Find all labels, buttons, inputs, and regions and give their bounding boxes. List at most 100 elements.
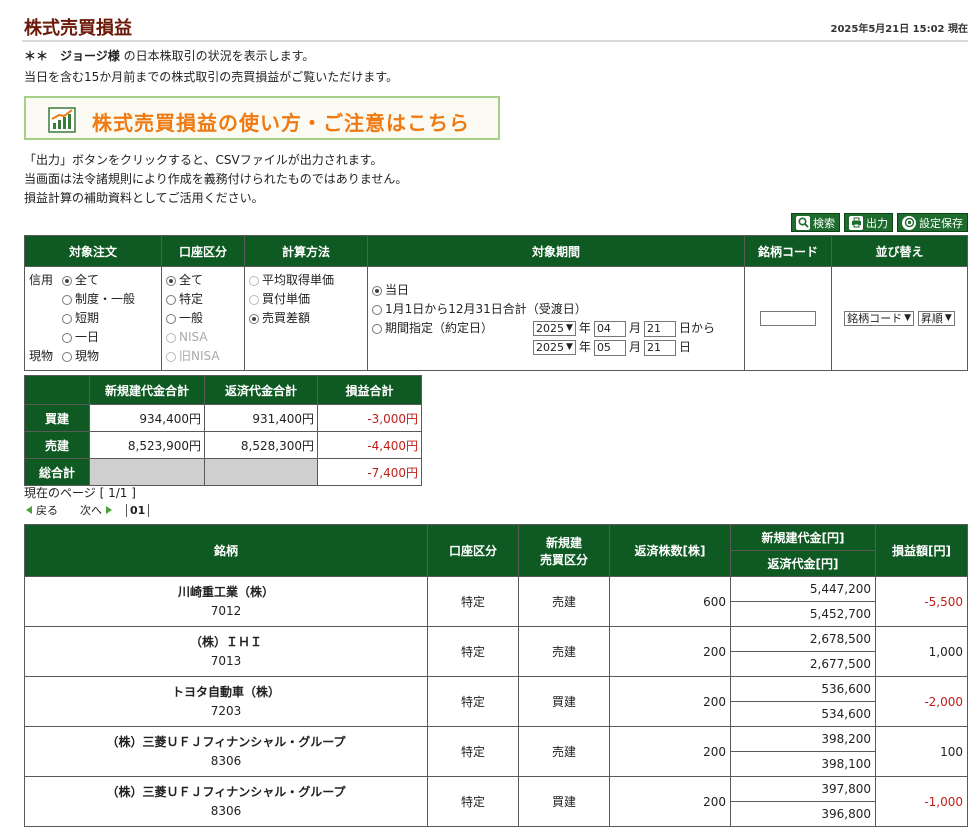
sort-order-value: 昇順 [920,312,943,325]
order-radio[interactable] [62,332,72,343]
intro-line-1: ＊＊ ジョージ様 の日本株取引の状況を表示します。 [24,46,398,67]
account-option[interactable]: 一般 [166,309,240,328]
period-option[interactable]: 期間指定（約定日） 2025 ▼ 年 04 月 21 日から [372,319,740,338]
order-option[interactable]: 信用 全て [29,271,157,290]
order-option[interactable]: 制度・一般 [29,290,157,309]
trade-type: 買建 [518,776,610,827]
open-amount: 397,800 [730,776,876,802]
note-line: 「出力」ボタンをクリックすると、CSVファイルが出力されます。 [24,153,383,167]
sort-order-select[interactable]: 昇順 ▼ [917,311,955,326]
order-option[interactable]: 一日 [29,328,157,347]
to-day-input[interactable]: 21 [643,339,676,356]
stock-name: 川崎重工業（株） [177,584,274,599]
order-radio[interactable] [62,313,72,324]
stock-cell: （株）三菱ＵＦＪフィナンシャル・グループ 8306 [24,726,428,777]
positions-table: 銘柄 口座区分 新規建 売買区分 返済株数[株] 新規建代金[円] 損益額[円] … [24,524,968,827]
stock-code: 7012 [210,603,242,618]
month-unit: 月 [628,321,641,335]
order-option[interactable]: 短期 [29,309,157,328]
code-filter-cell [744,266,832,371]
search-button[interactable]: 検索 [791,213,840,232]
period-radio[interactable] [372,323,382,334]
period-option-label: 期間指定（約定日） [385,321,494,335]
summary-open: 934,400円 [89,404,205,432]
from-month-input[interactable]: 04 [593,320,626,337]
spot-label: 現物 [29,349,54,363]
next-page-link[interactable]: 次へ [80,502,102,518]
account-option-label: NISA [179,330,208,344]
quantity: 200 [609,776,731,827]
period-option[interactable]: 当日 [372,281,740,300]
page-title: 株式売買損益 [24,18,132,39]
order-radio[interactable] [62,294,72,305]
method-option-label: 平均取得単価 [262,273,335,287]
filter-header-sort: 並び替え [831,235,968,267]
from-day-input[interactable]: 21 [643,320,676,337]
open-amount: 536,600 [730,676,876,702]
method-option[interactable]: 平均取得単価 [249,271,363,290]
account-option: NISA [166,328,240,347]
method-radio[interactable] [249,275,259,286]
stock-name: （株）三菱ＵＦＪフィナンシャル・グループ [106,734,346,749]
open-amount: 5,447,200 [730,576,876,602]
usage-notice-link[interactable]: 株式売買損益の使い方・ご注意はこちら [92,107,470,136]
close-amount: 5,452,700 [730,601,876,627]
output-button[interactable]: 出力 [844,213,893,232]
col-header-open-amount: 新規建代金[円] [730,524,876,551]
col-header-close-amount: 返済代金[円] [730,550,876,577]
order-option-label: 一日 [75,330,100,344]
to-year-select[interactable]: 2025 ▼ [533,340,576,355]
to-suffix: 日 [678,340,691,354]
save-settings-button[interactable]: 設定保存 [897,213,968,232]
method-option[interactable]: 売買差額 [249,309,363,328]
account-type: 特定 [427,626,519,677]
stock-code: 8306 [210,803,242,818]
account-radio[interactable] [166,275,176,286]
period-to-row: 2025 ▼ 年 05 月 21 日 [372,338,740,357]
summary-open: 8,523,900円 [89,431,205,459]
current-page-indicator: 現在のページ [ 1/1 ] [24,486,136,500]
user-name: ジョージ様 [60,49,120,63]
account-option[interactable]: 全て [166,271,240,290]
to-month-input[interactable]: 05 [593,339,626,356]
from-suffix: 日から [678,321,715,335]
sort-field-select[interactable]: 銘柄コード ▼ [844,311,915,326]
notes: 「出力」ボタンをクリックすると、CSVファイルが出力されます。 当画面は法令諸規… [24,151,407,208]
order-option[interactable]: 現物 現物 [29,347,157,366]
col-header-qty: 返済株数[株] [609,524,731,577]
prev-page-link[interactable]: 戻る [36,502,58,518]
search-icon [796,215,810,230]
account-option[interactable]: 特定 [166,290,240,309]
table-row: トヨタ自動車（株） 7203 特定 買建 200 536,600 -2,000 [24,676,968,727]
account-type: 特定 [427,676,519,727]
page-number-link[interactable]: 01 [126,503,150,517]
to-year-value: 2025 [536,341,564,354]
order-option-label: 制度・一般 [75,292,136,306]
period-radio[interactable] [372,304,382,315]
period-radio[interactable] [372,285,382,296]
method-option-label: 売買差額 [262,311,311,325]
summary-close: 8,528,300円 [204,431,318,459]
account-radio[interactable] [166,313,176,324]
page-header: 株式売買損益 2025年5月21日 15:02 現在 [22,8,968,42]
usage-notice-banner[interactable]: 株式売買損益の使い方・ご注意はこちら [24,96,500,140]
note-line: 損益計算の補助資料としてご活用ください。 [24,191,264,205]
account-radio[interactable] [166,294,176,305]
from-year-select[interactable]: 2025 ▼ [533,321,576,336]
account-option-label: 一般 [179,311,204,325]
method-radio[interactable] [249,313,259,324]
col-header-pl: 損益額[円] [875,524,968,577]
stock-code-input[interactable] [760,311,816,326]
order-radio[interactable] [62,351,72,362]
col-header-type-line2: 売買区分 [539,552,588,567]
period-option[interactable]: 1月1日から12月31日合計（受渡日） [372,300,740,319]
pagination: 戻る 次へ 01 [26,502,150,518]
method-radio[interactable] [249,294,259,305]
open-amount: 398,200 [730,726,876,752]
target-icon [902,215,916,230]
account-filter-cell: 全て 特定 一般 NISA 旧NISA [161,266,245,371]
order-radio[interactable] [62,275,72,286]
year-unit: 年 [578,340,591,354]
summary-total-label: 総合計 [24,458,90,486]
method-option[interactable]: 買付単価 [249,290,363,309]
